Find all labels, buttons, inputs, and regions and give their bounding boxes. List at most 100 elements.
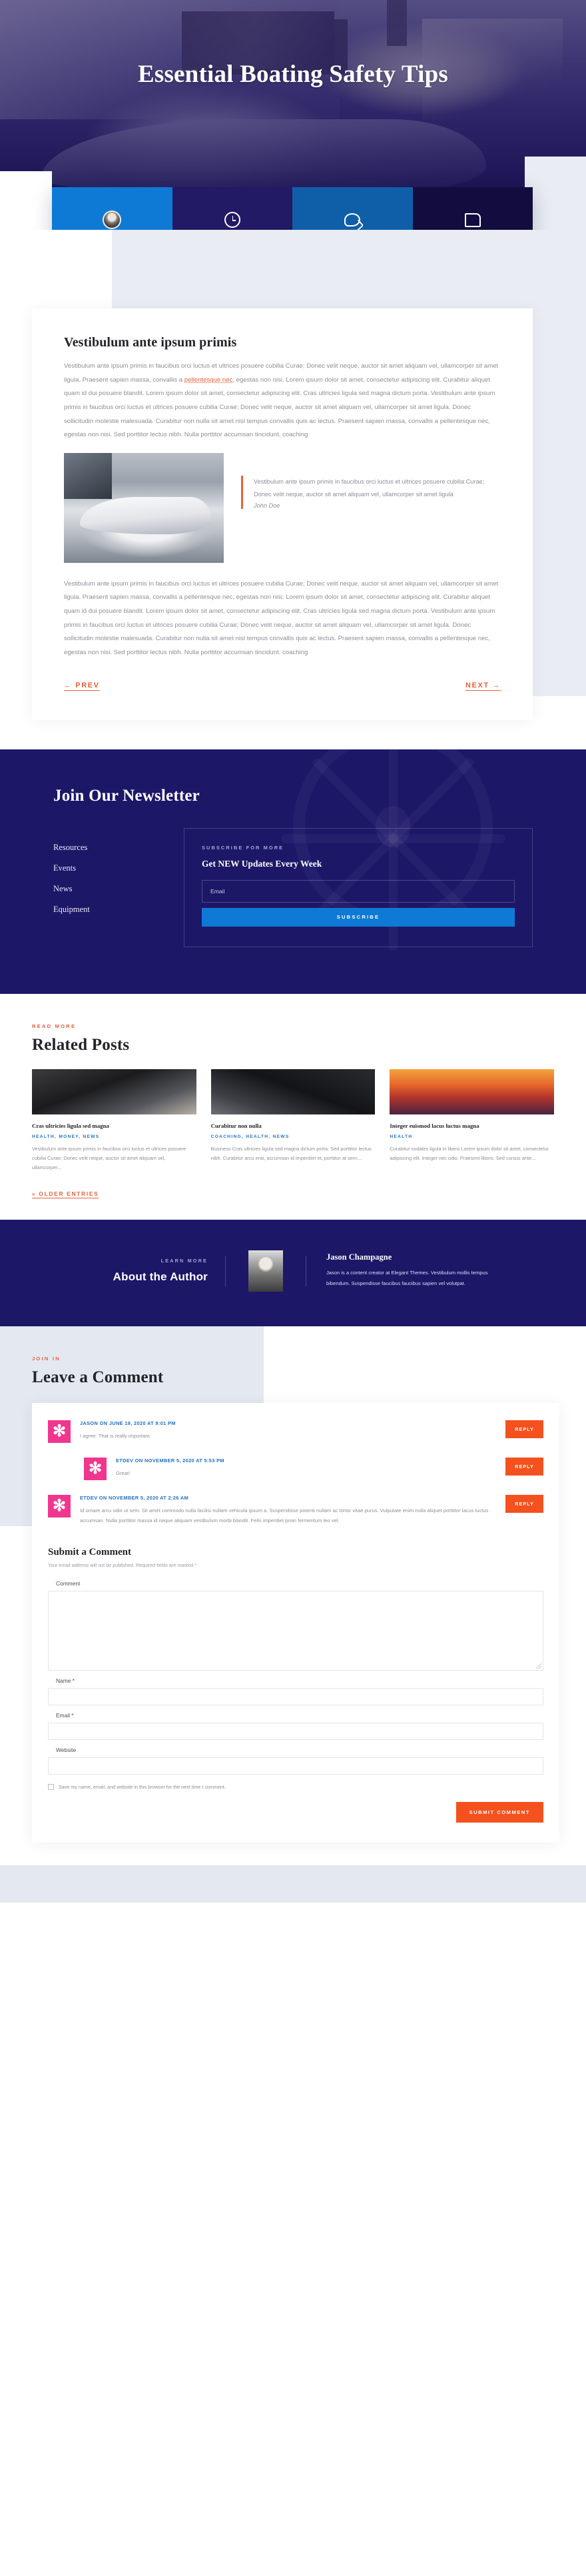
older-entries-link[interactable]: « OLDER ENTRIES	[32, 1190, 554, 1197]
related-card-excerpt: Curabitur sodales ligula in libero Lorem…	[390, 1145, 549, 1161]
save-info-checkbox[interactable]	[48, 1784, 54, 1791]
prev-post-link[interactable]: ← PREV	[64, 681, 100, 689]
article-card: Vestibulum ante ipsum primis Vestibulum …	[32, 308, 533, 720]
author-left: LEARN MORE About the Author	[32, 1258, 225, 1284]
email-field-group: Email *	[48, 1712, 543, 1741]
comment-meta: ETDEV ON NOVEMBER 5, 2020 AT 5:53 PM	[116, 1458, 496, 1464]
comments-kicker: JOIN IN	[32, 1355, 61, 1362]
related-card-image	[32, 1069, 196, 1114]
name-input[interactable]	[48, 1688, 543, 1706]
comment-avatar-icon: ✻	[48, 1494, 71, 1517]
author-divider-left	[225, 1255, 226, 1286]
hero-section: Essential Boating Safety Tips by Jason C…	[0, 0, 586, 230]
comment-author[interactable]: ETDEV	[80, 1495, 97, 1501]
meta-categories[interactable]: Business , Health , News	[412, 187, 533, 230]
article-boat-image	[64, 452, 224, 563]
comment-item: ✻ ETDEV ON NOVEMBER 5, 2020 AT 2:26 AM I…	[48, 1494, 543, 1525]
related-cards: Cras ultricies ligula sed magna HEALTH, …	[32, 1069, 555, 1173]
newsletter-link-events[interactable]: Events	[53, 863, 153, 873]
clock-icon	[224, 210, 240, 230]
related-card[interactable]: Integer euismod lacus luctus magna HEALT…	[390, 1069, 555, 1173]
comment-date: ON NOVEMBER 5, 2020 AT 5:53 PM	[135, 1457, 224, 1464]
related-card[interactable]: Cras ultricies ligula sed magna HEALTH, …	[32, 1069, 196, 1173]
name-field-group: Name *	[48, 1677, 543, 1706]
reply-button[interactable]: REPLY	[505, 1457, 543, 1476]
pellentesque-link[interactable]: pellentesque nec	[184, 376, 233, 384]
comment-form-note: Your email address will not be published…	[48, 1562, 197, 1569]
article-paragraph-1: Vestibulum ante ipsum primis in faucibus…	[64, 360, 501, 442]
article-paragraph-2: Vestibulum ante ipsum primis in faucibus…	[64, 580, 499, 656]
comment-text: Id ornare arcu odio ut sem. Sit amet com…	[80, 1507, 489, 1523]
post-meta-strip: by Jason Champagne May 23, 2020 Comments…	[52, 187, 533, 230]
newsletter-signup-box: SUBSCRIBE FOR MORE Get NEW Updates Every…	[184, 827, 533, 947]
save-info-label: Save my name, email, and website in this…	[59, 1784, 226, 1791]
website-input[interactable]	[48, 1757, 543, 1775]
comments-card: ✻ JASON ON JUNE 19, 2020 AT 9:01 PM I ag…	[32, 1402, 559, 1843]
footer-strip	[0, 1865, 586, 1903]
comment-form: Submit a Comment Your email address will…	[48, 1547, 543, 1823]
resize-grip-icon[interactable]	[536, 1663, 541, 1669]
folder-icon	[464, 210, 481, 230]
related-card-excerpt: Business Cras ultricies ligula sed magna…	[210, 1145, 372, 1161]
author-kicker: LEARN MORE	[160, 1258, 208, 1264]
name-field-label: Name *	[56, 1677, 75, 1685]
comment-author[interactable]: ETDEV	[116, 1458, 133, 1464]
subscribe-button[interactable]: SUBSCRIBE	[202, 907, 515, 927]
comment-date: ON NOVEMBER 5, 2020 AT 2:26 AM	[99, 1494, 189, 1501]
save-info-row[interactable]: Save my name, email, and website in this…	[48, 1784, 543, 1791]
related-card-title[interactable]: Integer euismod lacus luctus magna	[390, 1122, 554, 1129]
newsletter-email-input[interactable]	[202, 879, 515, 903]
submit-comment-button[interactable]: SUBMIT COMMENT	[455, 1802, 543, 1823]
comment-meta: JASON ON JUNE 19, 2020 AT 9:01 PM	[80, 1420, 496, 1426]
comment-form-title: Submit a Comment	[48, 1547, 132, 1558]
comment-item: ✻ JASON ON JUNE 19, 2020 AT 9:01 PM I ag…	[48, 1420, 543, 1443]
related-card-title[interactable]: Cras ultricies ligula sed magna	[32, 1122, 196, 1129]
comments-title: Leave a Comment	[32, 1368, 164, 1386]
newsletter-link-resources[interactable]: Resources	[53, 843, 153, 853]
comment-avatar-icon: ✻	[84, 1457, 107, 1480]
comment-text: Great!	[116, 1470, 131, 1476]
blockquote-text: Vestibulum ante ipsum primis in faucibus…	[254, 478, 485, 498]
related-card-categories[interactable]: HEALTH, MONEY, NEWS	[32, 1134, 196, 1139]
comment-icon	[344, 210, 361, 230]
author-section: LEARN MORE About the Author Jason Champa…	[0, 1219, 586, 1326]
hero-grey-wedge	[525, 157, 586, 230]
meta-date[interactable]: May 23, 2020	[172, 187, 292, 230]
author-heading: About the Author	[113, 1270, 208, 1284]
related-card[interactable]: Curabitur non nulla COACHING, HEALTH, NE…	[210, 1069, 376, 1173]
related-card-categories[interactable]: COACHING, HEALTH, NEWS	[211, 1134, 376, 1139]
newsletter-heading: Get NEW Updates Every Week	[202, 858, 322, 869]
post-navigation: ← PREV NEXT →	[64, 681, 501, 689]
related-posts-section: READ MORE Related Posts Cras ultricies l…	[0, 993, 586, 1220]
email-input[interactable]	[48, 1723, 543, 1741]
comment-field-label: Comment	[56, 1580, 81, 1587]
comment-item: ✻ ETDEV ON NOVEMBER 5, 2020 AT 5:53 PM G…	[84, 1457, 543, 1480]
website-field-label: Website	[56, 1747, 77, 1754]
article-media-row: Vestibulum ante ipsum primis in faucibus…	[64, 452, 501, 563]
avatar-icon	[103, 210, 122, 230]
related-card-image	[390, 1069, 555, 1114]
author-name: Jason Champagne	[326, 1252, 392, 1262]
comment-author[interactable]: JASON	[80, 1420, 98, 1426]
reply-button[interactable]: REPLY	[505, 1420, 543, 1438]
related-card-title[interactable]: Curabitur non nulla	[211, 1122, 376, 1129]
next-post-link[interactable]: NEXT →	[465, 681, 501, 689]
comment-date: ON JUNE 19, 2020 AT 9:01 PM	[99, 1420, 176, 1426]
comments-section: JOIN IN Leave a Comment ✻ JASON ON JUNE …	[0, 1326, 586, 1903]
hero-white-wedge	[0, 171, 52, 230]
meta-comments[interactable]: Comments (3)	[292, 187, 413, 230]
newsletter-links: Resources Events News Equipment	[53, 828, 153, 925]
newsletter-link-equipment[interactable]: Equipment	[53, 905, 153, 915]
newsletter-kicker: SUBSCRIBE FOR MORE	[202, 844, 284, 851]
comment-meta: ETDEV ON NOVEMBER 5, 2020 AT 2:26 AM	[80, 1495, 496, 1501]
comment-textarea[interactable]	[48, 1591, 543, 1671]
reply-button[interactable]: REPLY	[505, 1494, 543, 1513]
related-card-categories[interactable]: HEALTH	[390, 1134, 554, 1139]
related-card-image	[210, 1069, 376, 1114]
email-field-label: Email *	[56, 1712, 74, 1719]
article-blockquote: Vestibulum ante ipsum primis in faucibus…	[241, 475, 501, 510]
meta-author[interactable]: by Jason Champagne	[52, 187, 172, 230]
newsletter-link-news[interactable]: News	[53, 884, 153, 894]
related-card-excerpt: Vestibulum ante ipsum primis in faucibus…	[32, 1145, 186, 1171]
author-avatar	[248, 1250, 283, 1292]
